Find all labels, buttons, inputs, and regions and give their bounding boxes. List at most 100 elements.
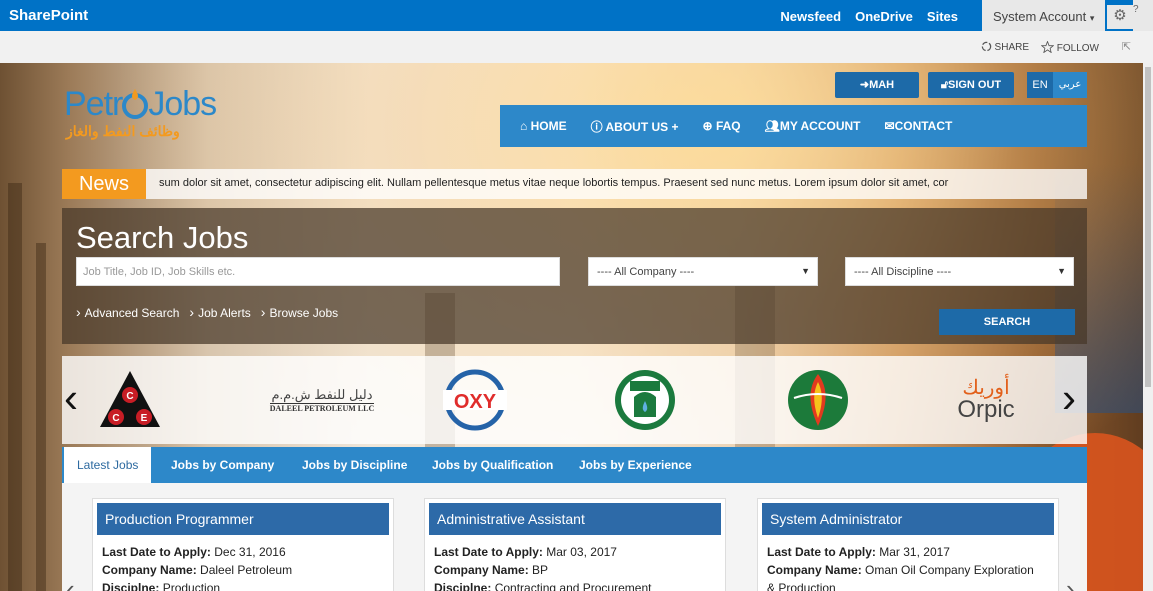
oxy-logo-mark: OXY bbox=[443, 369, 507, 431]
nav-about-label: ABOUT US bbox=[605, 119, 669, 134]
lang-en-button[interactable]: EN bbox=[1027, 72, 1053, 98]
oman-oil-logo[interactable] bbox=[786, 366, 850, 434]
company-select[interactable]: ---- All Company ---- ▼ bbox=[588, 257, 818, 286]
job-card[interactable]: System Administrator Last Date to Apply:… bbox=[757, 498, 1059, 591]
job-details: Last Date to Apply: Mar 03, 2017 Company… bbox=[425, 535, 725, 591]
account-name: System Account bbox=[993, 9, 1087, 24]
search-panel: Search Jobs Job Title, Job ID, Job Skill… bbox=[62, 208, 1087, 344]
job-title[interactable]: Production Programmer bbox=[97, 503, 389, 535]
svg-text:C: C bbox=[126, 391, 133, 402]
job-title[interactable]: System Administrator bbox=[762, 503, 1054, 535]
page-scrollbar[interactable] bbox=[1143, 63, 1153, 591]
job-card[interactable]: Administrative Assistant Last Date to Ap… bbox=[424, 498, 726, 591]
help-icon[interactable]: ? bbox=[1133, 0, 1153, 31]
job-date-row: Last Date to Apply: Mar 31, 2017 bbox=[767, 543, 1058, 561]
plus-icon: + bbox=[671, 119, 679, 134]
advanced-search-link[interactable]: › Advanced Search bbox=[76, 304, 179, 320]
nav-about-us[interactable]: ⓘ ABOUT US + bbox=[591, 118, 679, 135]
search-title: Search Jobs bbox=[76, 220, 249, 255]
job-title[interactable]: Administrative Assistant bbox=[429, 503, 721, 535]
keyword-input[interactable]: Job Title, Job ID, Job Skills etc. bbox=[76, 257, 560, 286]
account-menu[interactable]: System Account ▾ bbox=[982, 0, 1105, 31]
job-company-row: Company Name: BP bbox=[434, 561, 725, 579]
carousel-next-button[interactable]: › bbox=[1062, 374, 1076, 422]
nav-faq-label: FAQ bbox=[715, 119, 741, 133]
sites-link[interactable]: Sites bbox=[927, 9, 958, 24]
jobs-next-button[interactable]: › bbox=[1066, 574, 1075, 591]
users-icon: 👥︎ bbox=[764, 119, 780, 133]
news-bar: News sum dolor sit amet, consectetur adi… bbox=[62, 169, 1087, 199]
newsfeed-link[interactable]: Newsfeed bbox=[780, 9, 841, 24]
search-links: › Advanced Search › Job Alerts › Browse Job… bbox=[76, 304, 338, 320]
support-icon: ⊕ bbox=[702, 119, 713, 133]
logo-text-a: Petr bbox=[64, 85, 123, 123]
company-select-value: ---- All Company ---- bbox=[597, 266, 695, 278]
tab-jobs-by-experience[interactable]: Jobs by Experience bbox=[579, 458, 692, 472]
oxy-logo[interactable]: OXY bbox=[443, 366, 507, 434]
tab-jobs-by-discipline[interactable]: Jobs by Discipline bbox=[302, 458, 407, 472]
daleel-text: DALEEL PETROLEUM LLC bbox=[269, 403, 375, 413]
nav-my-account[interactable]: 👥︎MY ACCOUNT bbox=[765, 119, 861, 133]
info-icon: ⓘ bbox=[590, 119, 603, 134]
chevron-down-icon: ▼ bbox=[801, 266, 810, 276]
job-company-row: Company Name: Daleel Petroleum bbox=[102, 561, 393, 579]
job-discipline: & Production bbox=[767, 581, 836, 591]
login-icon: ➜ bbox=[859, 79, 870, 91]
follow-button[interactable]: FOLLOW bbox=[1040, 40, 1099, 54]
tab-jobs-by-company[interactable]: Jobs by Company bbox=[171, 458, 274, 472]
focus-icon[interactable]: ⇱ bbox=[1122, 40, 1131, 53]
mail-icon: ✉ bbox=[884, 119, 895, 133]
lang-ar-button[interactable]: عربي bbox=[1053, 72, 1087, 98]
job-company-label: Company Name: bbox=[767, 563, 862, 577]
petroleum-development-logo[interactable] bbox=[612, 366, 678, 434]
nav-contact[interactable]: ✉CONTACT bbox=[885, 119, 953, 133]
star-icon bbox=[1040, 40, 1055, 54]
ribbon-bar: SHARE FOLLOW ⇱ bbox=[0, 31, 1153, 63]
job-alerts-link[interactable]: › Job Alerts bbox=[189, 304, 250, 320]
chevron-right-icon: › bbox=[189, 304, 195, 320]
job-alerts-label: Job Alerts bbox=[198, 306, 251, 320]
tab-jobs-by-qualification[interactable]: Jobs by Qualification bbox=[432, 458, 553, 472]
signout-label: SIGN OUT bbox=[947, 79, 1002, 91]
jobs-prev-button[interactable]: ‹ bbox=[66, 574, 75, 591]
job-card[interactable]: Production Programmer Last Date to Apply… bbox=[92, 498, 394, 591]
job-date: Mar 31, 2017 bbox=[879, 545, 950, 559]
sync-icon bbox=[981, 41, 992, 52]
share-button[interactable]: SHARE bbox=[981, 41, 1029, 53]
cce-logo[interactable]: C C E bbox=[98, 366, 162, 434]
discipline-select-value: ---- All Discipline ---- bbox=[854, 266, 952, 278]
job-discipline-label: Disciplne: bbox=[102, 581, 160, 591]
chevron-down-icon: ▼ bbox=[1057, 266, 1066, 276]
user-button[interactable]: ➜MAH bbox=[835, 72, 919, 98]
suite-links: Newsfeed OneDrive Sites bbox=[780, 9, 958, 24]
signout-button[interactable]: 🔓︎SIGN OUT bbox=[928, 72, 1014, 98]
pdo-logo-mark bbox=[615, 370, 675, 430]
job-discipline-row: Disciplne: Contracting and Procurement bbox=[434, 579, 725, 591]
advanced-search-label: Advanced Search bbox=[84, 306, 180, 320]
oman-oil-logo-mark bbox=[788, 370, 848, 430]
follow-label: FOLLOW bbox=[1056, 43, 1099, 54]
orpic-logo[interactable]: أوريك Orpic bbox=[948, 366, 1024, 434]
nav-home[interactable]: ⌂ HOME bbox=[520, 119, 567, 133]
tab-latest-jobs[interactable]: Latest Jobs bbox=[64, 447, 152, 484]
search-button[interactable]: SEARCH bbox=[939, 309, 1075, 335]
refinery-tower bbox=[36, 243, 46, 591]
job-discipline-row: & Production bbox=[767, 579, 1058, 591]
petrojobs-logo[interactable]: Petr Jobs وظائف النفط والغاز bbox=[64, 85, 254, 140]
daleel-petroleum-logo[interactable]: دليل للنفط ش.م.م DALEEL PETROLEUM LLC bbox=[262, 366, 382, 434]
chevron-right-icon: › bbox=[76, 304, 81, 320]
discipline-select[interactable]: ---- All Discipline ---- ▼ bbox=[845, 257, 1074, 286]
scrollbar-thumb[interactable] bbox=[1145, 67, 1151, 387]
news-ticker[interactable]: sum dolor sit amet, consectetur adipisci… bbox=[159, 177, 1084, 189]
carousel-prev-button[interactable]: ‹ bbox=[64, 374, 78, 422]
gear-icon[interactable]: ⚙ bbox=[1107, 5, 1133, 29]
nav-faq[interactable]: ⊕ FAQ bbox=[703, 119, 741, 133]
daleel-arabic: دليل للنفط ش.م.م bbox=[271, 387, 373, 402]
job-company: Daleel Petroleum bbox=[200, 563, 293, 577]
browse-jobs-link[interactable]: › Browse Jobs bbox=[261, 304, 338, 320]
sharepoint-brand[interactable]: SharePoint bbox=[9, 7, 88, 24]
unlock-icon: 🔓︎ bbox=[940, 79, 948, 91]
svg-text:OXY: OXY bbox=[454, 391, 497, 413]
orpic-text: Orpic bbox=[957, 396, 1015, 423]
onedrive-link[interactable]: OneDrive bbox=[855, 9, 913, 24]
